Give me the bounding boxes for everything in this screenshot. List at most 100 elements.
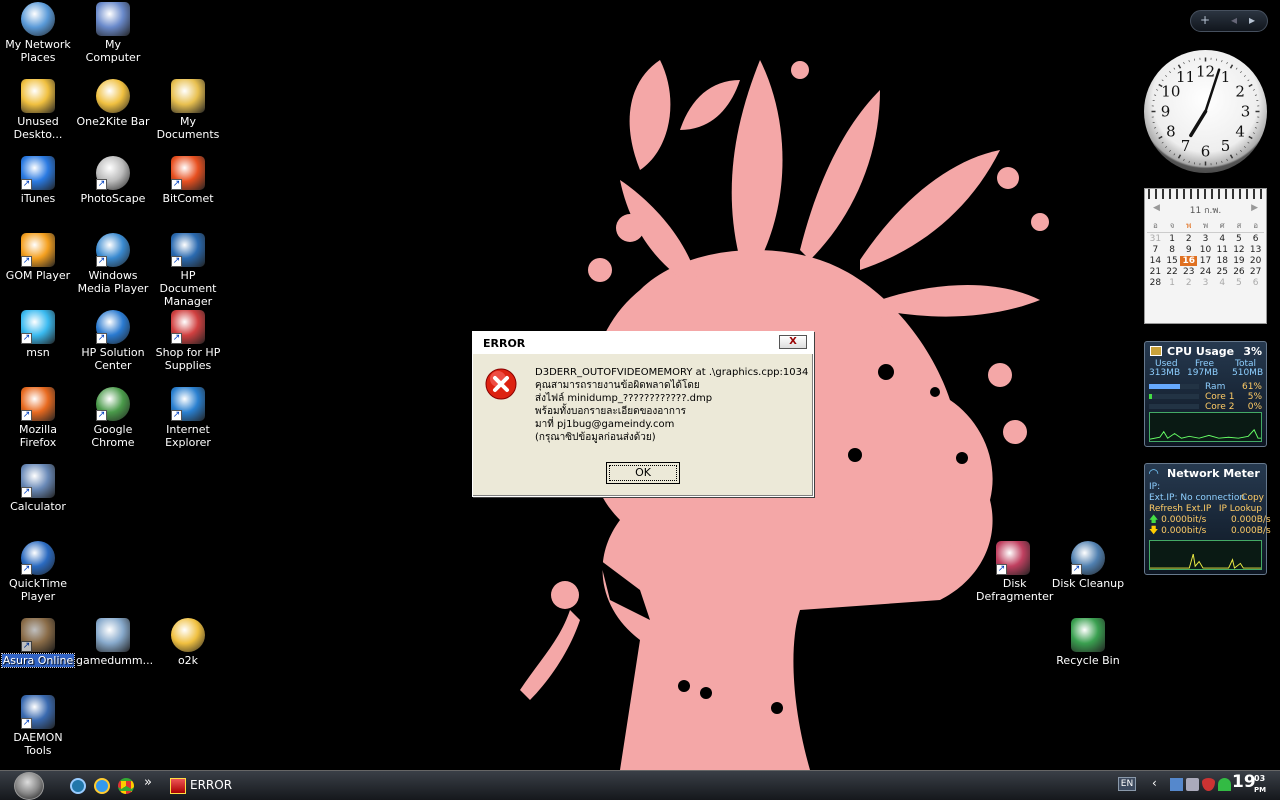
desktop-icon-unused-desktop-folder[interactable]: Unused Deskto... [0, 79, 76, 141]
calendar-day[interactable]: 10 [1197, 245, 1214, 255]
calendar-day[interactable]: 4 [1214, 278, 1231, 288]
desktop-icon-hp-solution-center[interactable]: ↗ HP Solution Center [75, 310, 151, 372]
calendar-day[interactable]: 31 [1147, 234, 1164, 244]
calendar-day[interactable]: 18 [1214, 256, 1231, 266]
quicklaunch-ie-icon[interactable] [94, 778, 110, 794]
calendar-day[interactable]: 17 [1197, 256, 1214, 266]
quicklaunch-explorer-icon[interactable] [70, 778, 86, 794]
desktop-icon-disk-cleanup[interactable]: ↗ Disk Cleanup [1050, 541, 1126, 590]
calendar-day[interactable]: 3 [1197, 234, 1214, 244]
tray-network-icon[interactable] [1170, 778, 1183, 791]
desktop-icon-one2kite-bar-folder[interactable]: One2Kite Bar [75, 79, 151, 128]
desktop-icon-my-documents[interactable]: My Documents [150, 79, 226, 141]
calendar-day[interactable]: 22 [1164, 267, 1181, 277]
calendar-day[interactable]: 5 [1231, 278, 1248, 288]
calendar-day[interactable]: 1 [1164, 278, 1181, 288]
calendar-day[interactable]: 4 [1214, 234, 1231, 244]
desktop-icon-itunes[interactable]: ↗ iTunes [0, 156, 76, 205]
network-meter-gadget[interactable]: ◠ Network Meter IP: Ext.IP: No connectio… [1144, 463, 1271, 575]
desktop-icon-my-computer[interactable]: My Computer [75, 2, 151, 64]
calendar-day[interactable]: 14 [1147, 256, 1164, 266]
calendar-day[interactable]: 15 [1164, 256, 1181, 266]
taskbar-error-button[interactable]: ERROR [166, 774, 286, 798]
desktop-icon-msn[interactable]: ↗ msn [0, 310, 76, 359]
desktop-icon-daemon-tools[interactable]: ↗ DAEMON Tools [0, 695, 76, 757]
dialog-close-button[interactable]: X [779, 335, 807, 349]
error-dialog[interactable]: ERROR X D3DERR_OUTOFVIDEOMEMORY at .\gra… [472, 331, 814, 497]
calendar-day[interactable]: 16 [1180, 256, 1198, 266]
cpu-usage-gadget[interactable]: CPU Usage 3% Used Free Total 313MB 197MB… [1144, 341, 1267, 447]
calendar-day[interactable]: 25 [1214, 267, 1231, 277]
calendar-day[interactable]: 11 [1214, 245, 1231, 255]
calendar-day[interactable]: 9 [1180, 245, 1197, 255]
desktop-icon-windows-media-player[interactable]: ↗ Windows Media Player [75, 233, 151, 295]
clock-gadget[interactable]: 12 1 2 3 4 5 6 7 8 9 10 11 [1144, 50, 1267, 173]
desktop-icon-google-chrome[interactable]: ↗ Google Chrome [75, 387, 151, 449]
ok-button[interactable]: OK [606, 462, 680, 484]
desktop-icon-recycle-bin[interactable]: Recycle Bin [1050, 618, 1126, 667]
calendar-day[interactable]: 19 [1231, 256, 1248, 266]
dialog-titlebar[interactable]: ERROR X [473, 332, 813, 354]
clock-tick [1254, 94, 1257, 96]
calendar-day[interactable]: 12 [1231, 245, 1248, 255]
calendar-day[interactable]: 5 [1231, 234, 1248, 244]
language-indicator[interactable]: EN [1118, 777, 1136, 791]
calendar-day[interactable]: 24 [1197, 267, 1214, 277]
tray-shield-icon[interactable] [1202, 778, 1215, 791]
clock-tick [1229, 64, 1234, 69]
start-button[interactable] [14, 772, 44, 800]
ip-lookup-link[interactable]: IP Lookup [1219, 504, 1262, 515]
calendar-day[interactable]: 26 [1231, 267, 1248, 277]
quicklaunch-more-icon[interactable]: » [144, 775, 152, 790]
quicklaunch-chrome-icon[interactable] [118, 778, 134, 794]
download-bits: 0.000bit/s [1161, 526, 1207, 536]
desktop-icon-disk-defragmenter[interactable]: ↗ Disk Defragmenter [975, 541, 1053, 603]
desktop-icon-asura-online[interactable]: ↗ Asura Online [0, 618, 76, 668]
desktop-icon-label: GOM Player [5, 269, 71, 282]
clock-ampm: PM [1254, 786, 1267, 794]
desktop-icon-bitcomet[interactable]: ↗ BitComet [150, 156, 226, 205]
calendar-day[interactable]: 21 [1147, 267, 1164, 277]
clock-tick [1183, 62, 1185, 65]
calendar-prev-icon[interactable]: ◀ [1153, 203, 1160, 213]
desktop-icon-photoscape[interactable]: ↗ PhotoScape [75, 156, 151, 205]
calendar-day[interactable]: 28 [1147, 278, 1164, 288]
tray-wireless-icon[interactable] [1218, 778, 1231, 791]
next-gadgets-button[interactable]: ▸ [1249, 13, 1255, 27]
tray-volume-icon[interactable] [1186, 778, 1199, 791]
desktop-icon-o2k-folder[interactable]: o2k [150, 618, 226, 667]
calendar-day[interactable]: 2 [1180, 234, 1197, 244]
copy-ip-link[interactable]: Copy [1241, 493, 1264, 504]
desktop-icon-mozilla-firefox[interactable]: ↗ Mozilla Firefox [0, 387, 76, 449]
calendar-day[interactable]: 6 [1247, 234, 1264, 244]
calendar-day[interactable]: 27 [1247, 267, 1264, 277]
calendar-day[interactable]: 2 [1180, 278, 1197, 288]
desktop-icon-label: Disk Cleanup [1051, 577, 1125, 590]
calendar-next-icon[interactable]: ▶ [1251, 203, 1258, 213]
desktop-icon-hp-document-manager[interactable]: ↗ HP Document Manager [150, 233, 226, 308]
clock-tick [1165, 75, 1168, 77]
desktop-icon-my-network-places[interactable]: My Network Places [0, 2, 76, 64]
desktop-icon-shop-hp-supplies[interactable]: ↗ Shop for HP Supplies [150, 310, 226, 372]
calendar-day[interactable]: 20 [1247, 256, 1264, 266]
gadget-sidebar-controls[interactable]: + ◂ ▸ [1190, 10, 1268, 32]
core1-bar [1149, 394, 1199, 399]
taskbar-clock[interactable]: 19 03 PM [1232, 772, 1266, 794]
tray-expand-icon[interactable]: ‹ [1152, 776, 1165, 790]
calendar-day[interactable]: 6 [1247, 278, 1264, 288]
calendar-day[interactable]: 3 [1197, 278, 1214, 288]
calendar-day[interactable]: 23 [1180, 267, 1197, 277]
desktop-icon-gom-player[interactable]: ↗ GOM Player [0, 233, 76, 282]
add-gadget-button[interactable]: + [1200, 13, 1210, 27]
calendar-day[interactable]: 1 [1164, 234, 1181, 244]
calendar-day[interactable]: 8 [1164, 245, 1181, 255]
desktop-icon-calculator[interactable]: ↗ Calculator [0, 464, 76, 513]
calendar-day[interactable]: 7 [1147, 245, 1164, 255]
refresh-ext-ip-link[interactable]: Refresh Ext.IP [1149, 504, 1211, 514]
desktop-icon-gamedummy[interactable]: gamedumm... [75, 618, 153, 667]
desktop-icon-quicktime-player[interactable]: ↗ QuickTime Player [0, 541, 76, 603]
desktop-icon-internet-explorer[interactable]: ↗ Internet Explorer [150, 387, 226, 449]
calendar-day[interactable]: 13 [1247, 245, 1264, 255]
calendar-gadget[interactable]: ◀ 11 ก.พ. ▶ อจพพศสอ 31 1 2 3 4 5 6 7 8 9 10 11 12 13 14… [1144, 188, 1267, 324]
prev-gadgets-button[interactable]: ◂ [1231, 13, 1237, 27]
